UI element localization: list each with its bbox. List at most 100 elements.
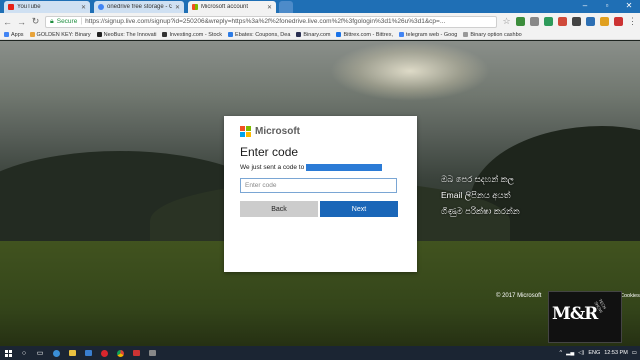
google-icon <box>98 4 104 10</box>
forward-arrow-icon[interactable]: → <box>17 17 26 27</box>
bookmark-icon <box>228 32 234 37</box>
microsoft-logo-icon <box>240 126 251 137</box>
bookmark-item[interactable]: Binary option cashbo <box>463 31 522 38</box>
bookmark-apps[interactable]: Apps <box>4 32 24 38</box>
tutorial-overlay-text: ඔබ පෙර සදහන් කල Email ලිපිනය අයත් ගිණුම … <box>441 171 581 219</box>
bookmark-icon <box>29 32 35 37</box>
close-window-icon[interactable]: ✕ <box>618 0 640 12</box>
language-indicator[interactable]: ENG <box>588 350 600 356</box>
extension-icon[interactable] <box>516 17 525 26</box>
bookmark-item[interactable]: Bittrex.com - Bittrex, <box>336 32 393 38</box>
app-icon[interactable] <box>128 346 144 360</box>
close-icon[interactable]: ✕ <box>175 4 180 11</box>
secure-label: Secure <box>56 18 78 25</box>
apps-grid-icon <box>4 32 9 37</box>
bookmark-label: Bittrex.com - Bittrex, <box>343 31 393 38</box>
close-icon[interactable]: ✕ <box>81 4 86 11</box>
bookmark-label: Ebates: Coupons, Dea <box>235 31 291 38</box>
bookmark-icon <box>336 32 342 37</box>
page-title: Enter code <box>240 145 299 159</box>
bookmark-item[interactable]: GOLDEN KEY: Binary <box>29 31 91 38</box>
overlay-line: Email ලිපිනය අයත් <box>441 190 511 200</box>
tab-label: onedrive free storage - G <box>107 4 172 10</box>
menu-icon[interactable]: ⋮ <box>628 16 637 27</box>
back-button[interactable]: Back <box>240 201 318 217</box>
youtube-icon <box>8 4 14 10</box>
reload-icon[interactable]: ↻ <box>31 16 40 27</box>
windows-icon <box>4 349 12 357</box>
volume-icon[interactable]: ◁) <box>578 350 584 356</box>
tab-label: YouTube <box>17 4 41 10</box>
microsoft-logo: Microsoft <box>240 126 401 137</box>
microsoft-icon <box>192 4 198 10</box>
extension-icon[interactable] <box>558 17 567 26</box>
copyright-text: © 2017 Microsoft <box>496 293 542 299</box>
window-controls: – ▫ ✕ <box>574 0 640 12</box>
browser-toolbar: ← → ↻ 🔒︎ Secure | https://signup.live.co… <box>0 13 640 30</box>
bookmark-item[interactable]: Binary.com <box>296 32 330 38</box>
search-icon[interactable]: ○ <box>16 346 32 360</box>
start-button[interactable] <box>0 346 16 360</box>
extension-icon[interactable] <box>614 17 623 26</box>
opera-icon[interactable] <box>96 346 112 360</box>
bookmark-item[interactable]: Ebates: Coupons, Dea <box>228 32 290 38</box>
taskbar: ○ ▭ ^ ▂▄ ◁) ENG 12:53 PM ▭ <box>0 346 640 360</box>
bookmark-item[interactable]: Investing.com - Stock <box>162 32 222 38</box>
divider: | <box>80 18 83 25</box>
star-icon[interactable]: ☆ <box>502 16 511 27</box>
enter-code-dialog: Microsoft Enter code We just sent a code… <box>224 116 417 272</box>
redacted-email <box>306 164 383 171</box>
extension-icon[interactable] <box>572 17 581 26</box>
bookmark-icon <box>162 32 168 37</box>
url-text: https://signup.live.com/signup?id=250206… <box>85 18 446 25</box>
file-explorer-icon[interactable] <box>64 346 80 360</box>
background-sunlight <box>330 41 490 101</box>
clock[interactable]: 12:53 PM <box>604 350 628 356</box>
bookmark-label: Apps <box>11 31 24 38</box>
bookmark-label: Investing.com - Stock <box>169 31 223 38</box>
bookmark-icon <box>96 32 102 37</box>
chevron-up-icon[interactable]: ^ <box>560 350 563 356</box>
store-icon[interactable] <box>80 346 96 360</box>
overlay-line: ගිණුම පරික්ෂා කරන්න <box>441 206 520 216</box>
network-icon[interactable]: ▂▄ <box>566 350 574 356</box>
notifications-icon[interactable]: ▭ <box>632 350 637 356</box>
bookmarks-bar: Apps GOLDEN KEY: Binary NeoBux: The Inno… <box>0 30 640 40</box>
bookmark-label: telegram web - Goog <box>406 31 458 38</box>
tab-strip: YouTube ✕ onedrive free storage - G ✕ Mi… <box>0 0 640 13</box>
edge-icon[interactable] <box>48 346 64 360</box>
maximize-icon[interactable]: ▫ <box>596 0 618 12</box>
new-tab-button[interactable] <box>279 1 293 13</box>
tab-onedrive-search[interactable]: onedrive free storage - G ✕ <box>94 1 184 13</box>
extension-icon[interactable] <box>530 17 539 26</box>
description-text: We just sent a code to <box>240 164 305 171</box>
extension-icon[interactable] <box>600 17 609 26</box>
task-view-icon[interactable]: ▭ <box>32 346 48 360</box>
app-icon[interactable] <box>144 346 160 360</box>
extension-icon[interactable] <box>544 17 553 26</box>
bookmark-icon <box>296 32 302 37</box>
lock-icon: 🔒︎ <box>50 17 54 25</box>
extension-icon[interactable] <box>586 17 595 26</box>
bookmark-label: GOLDEN KEY: Binary <box>36 31 91 38</box>
bookmark-item[interactable]: NeoBux: The Innovati <box>96 31 157 38</box>
button-row: Back Next <box>240 201 401 217</box>
bookmark-icon <box>463 32 469 37</box>
minimize-icon[interactable]: – <box>574 0 596 12</box>
chrome-icon[interactable] <box>112 346 128 360</box>
code-input[interactable] <box>240 178 397 193</box>
cookies-link[interactable]: Cookies <box>620 293 640 299</box>
bookmark-label: NeoBux: The Innovati <box>103 31 157 38</box>
address-bar[interactable]: 🔒︎ Secure | https://signup.live.com/sign… <box>45 15 497 28</box>
tab-label: Microsoft account <box>201 4 249 10</box>
back-arrow-icon[interactable]: ← <box>3 17 12 27</box>
bookmark-label: Binary option cashbo <box>470 31 522 38</box>
close-icon[interactable]: ✕ <box>267 4 272 11</box>
brand-name: Microsoft <box>255 126 300 137</box>
overlay-line: ඔබ පෙර සදහන් කල <box>441 174 515 184</box>
bookmark-item[interactable]: telegram web - Goog <box>399 32 457 38</box>
tab-microsoft-account[interactable]: Microsoft account ✕ <box>188 1 276 13</box>
tab-youtube[interactable]: YouTube ✕ <box>4 1 90 13</box>
bookmark-label: Binary.com <box>303 31 331 38</box>
next-button[interactable]: Next <box>320 201 398 217</box>
